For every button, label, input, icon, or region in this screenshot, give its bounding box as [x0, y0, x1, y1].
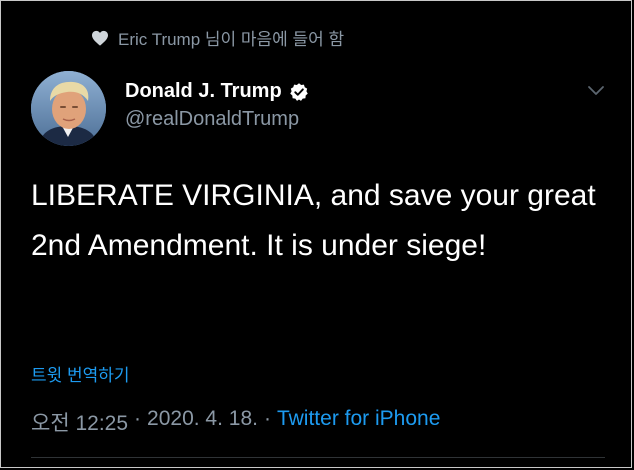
avatar[interactable] — [31, 71, 106, 146]
tweet-source-link[interactable]: Twitter for iPhone — [277, 407, 440, 437]
social-context: Eric Trump 님이 마음에 들어 함 — [91, 25, 344, 50]
translate-tweet-link[interactable]: 트윗 번역하기 — [31, 361, 130, 386]
tweet-date: 2020. 4. 18. — [147, 407, 258, 430]
divider — [31, 457, 605, 458]
avatar-image — [31, 71, 106, 146]
author-name-row: Donald J. Trump — [125, 80, 309, 103]
author-display-name[interactable]: Donald J. Trump — [125, 80, 282, 103]
tweet-metadata: 오전 12:25 · 2020. 4. 18. · Twitter for iP… — [31, 407, 440, 437]
tweet-text: LIBERATE VIRGINIA, and save your great 2… — [31, 179, 596, 262]
chevron-down-icon[interactable] — [587, 85, 605, 97]
tweet-detail: Eric Trump 님이 마음에 들어 함 Donald J. Trump @… — [0, 0, 632, 468]
social-context-text: Eric Trump 님이 마음에 들어 함 — [118, 30, 345, 49]
verified-badge-icon — [289, 82, 309, 102]
author-info[interactable]: Donald J. Trump @realDonaldTrump — [125, 80, 309, 131]
author-handle[interactable]: @realDonaldTrump — [125, 108, 309, 131]
meta-separator: · — [134, 407, 142, 430]
meta-separator: · — [263, 407, 271, 430]
tweet-time: 오전 12:25 — [31, 412, 129, 435]
heart-icon — [91, 30, 109, 46]
